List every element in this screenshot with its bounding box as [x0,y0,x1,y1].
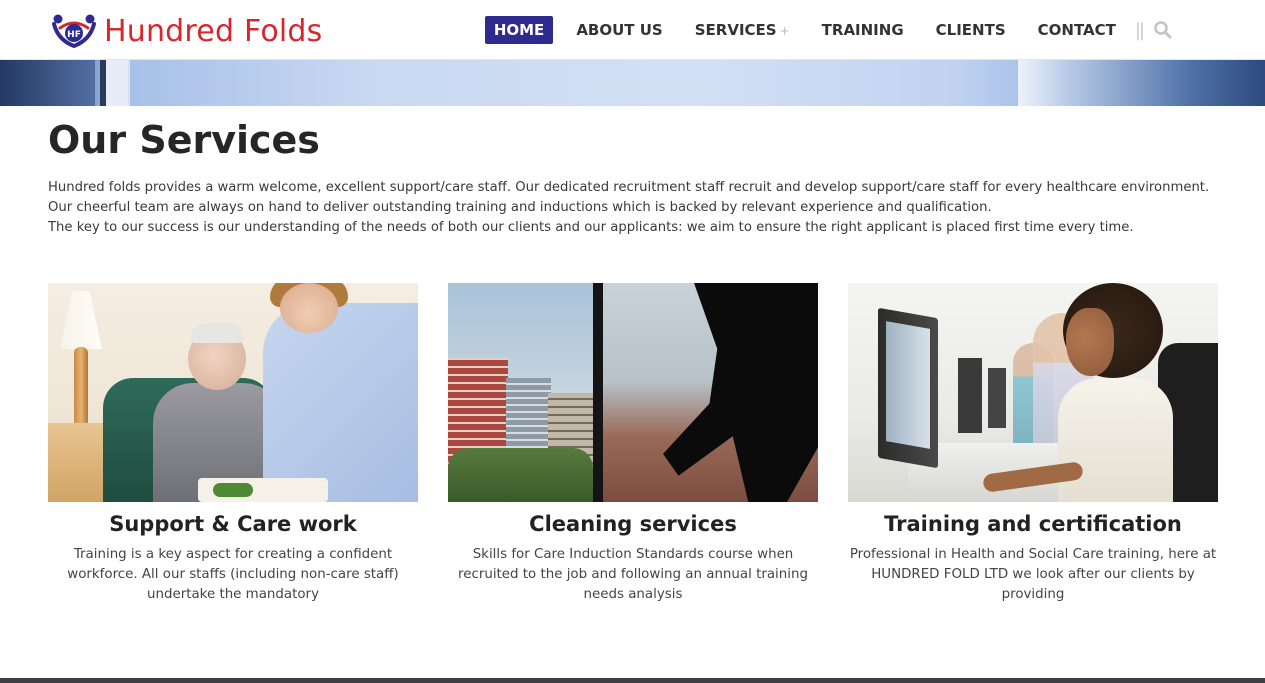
intro-line-3: The key to our success is our understand… [48,220,1134,235]
service-card-support-care: Support & Care work Training is a key as… [48,283,418,605]
banner-shadow [0,60,95,106]
services-grid: Support & Care work Training is a key as… [48,283,1218,605]
site-header: HF Hundred Folds HOME ABOUT US SERVICES +… [0,0,1265,60]
service-title[interactable]: Cleaning services [448,510,818,538]
meal-food [213,483,253,497]
window-frame [593,283,603,502]
intro-line-2: Our cheerful team are always on hand to … [48,200,992,215]
service-title[interactable]: Training and certification [848,510,1218,538]
people-logo-icon: HF [50,12,98,52]
support-care-image[interactable] [48,283,418,502]
page-title: Our Services [48,118,320,162]
service-card-cleaning: Cleaning services Skills for Care Induct… [448,283,818,605]
site-logo[interactable]: HF Hundred Folds [50,12,323,52]
nav-about-us[interactable]: ABOUT US [567,16,671,44]
search-icon[interactable] [1153,20,1173,40]
nav-clients[interactable]: CLIENTS [927,16,1015,44]
brand-name: Hundred Folds [104,14,323,49]
service-description: Skills for Care Induction Standards cour… [458,547,808,602]
elderly-man-hair [190,323,244,343]
computer-monitor [988,368,1006,428]
lamp-base [74,347,88,427]
banner-edge [1018,60,1265,106]
computer-monitor [958,358,982,433]
scroll-divider [0,678,1265,683]
nav-services-label: SERVICES [694,21,777,39]
training-image[interactable] [848,283,1218,502]
nav-services[interactable]: SERVICES + [686,16,799,44]
student [1058,378,1173,502]
service-description: Training is a key aspect for creating a … [67,547,399,602]
banner-window-frame [100,60,130,106]
student-face [1066,308,1114,376]
service-card-training: Training and certification Professional … [848,283,1218,605]
monitor-screen [886,321,930,449]
nav-training[interactable]: TRAINING [813,16,913,44]
service-title[interactable]: Support & Care work [48,510,418,538]
intro-text: Hundred folds provides a warm welcome, e… [48,178,1228,238]
main-nav: HOME ABOUT US SERVICES + TRAINING CLIENTS… [484,0,1265,60]
nav-contact[interactable]: CONTACT [1029,16,1125,44]
carer-head [280,283,338,333]
service-description: Professional in Health and Social Care t… [849,547,1217,602]
submenu-plus-icon: + [779,24,790,38]
logo-initials: HF [67,30,81,40]
nav-home[interactable]: HOME [484,16,554,44]
city-trees [448,448,593,502]
header-banner-image [0,60,1265,106]
carer [263,303,418,502]
intro-line-1: Hundred folds provides a warm welcome, e… [48,180,1210,195]
lamp-shade [60,291,102,349]
nav-separator: || [1134,19,1145,41]
cleaning-image[interactable] [448,283,818,502]
